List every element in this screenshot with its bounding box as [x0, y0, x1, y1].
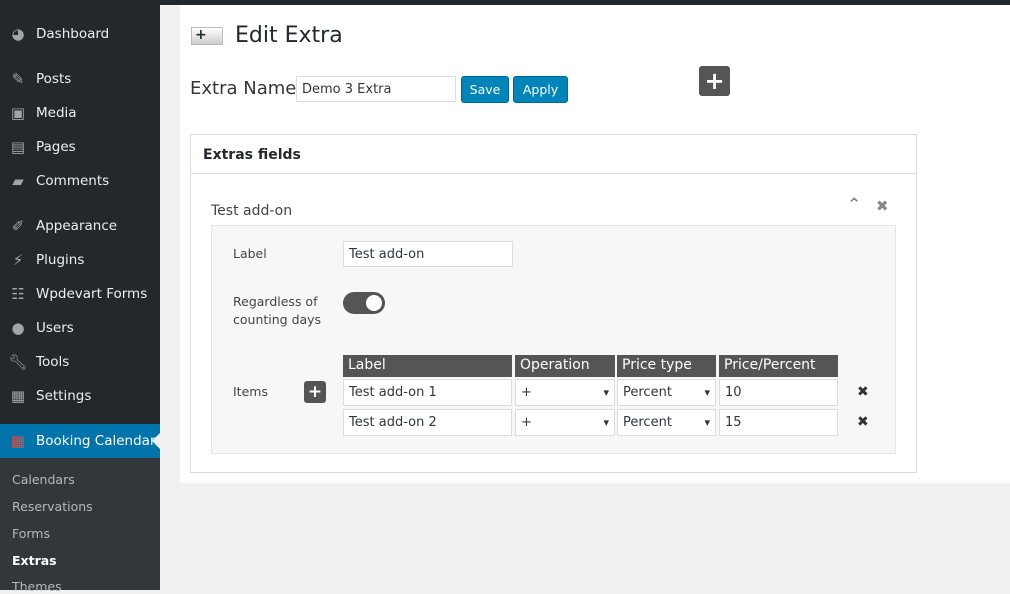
admin-sidebar: ◕ Dashboard ✎ Posts ▣ Media ▤ Pages ▰ Comment…: [0, 0, 160, 594]
submenu-reservations[interactable]: Reservations: [12, 499, 93, 514]
header-price-type: Price type: [617, 355, 716, 377]
plugin-icon: ⚡: [12, 251, 24, 269]
menu-label: Users: [36, 320, 74, 336]
menu-posts[interactable]: ✎ Posts: [0, 62, 160, 96]
items-label: Items: [233, 384, 268, 399]
item-label-input[interactable]: Test add-on 2: [343, 409, 512, 436]
menu-label: Tools: [36, 354, 70, 370]
menu-label: Booking Calendar: [36, 433, 156, 449]
main-panel: + Edit Extra Extra Name Demo 3 Extra Sav…: [180, 5, 1010, 483]
submenu: Calendars Reservations Forms Extras Them…: [0, 458, 160, 594]
pin-icon: ✎: [11, 70, 25, 88]
page-title: Edit Extra: [235, 23, 343, 48]
menu-label: Pages: [36, 139, 76, 155]
media-icon: ▣: [10, 104, 26, 122]
menu-label: Plugins: [36, 252, 85, 268]
item-value-input[interactable]: 15: [719, 409, 838, 436]
submenu-forms[interactable]: Forms: [12, 526, 50, 541]
user-icon: ●: [11, 319, 25, 337]
remove-field-icon[interactable]: ✖: [876, 197, 889, 215]
field-title: Test add-on: [211, 203, 293, 219]
menu-label: Wpdevart Forms: [36, 286, 148, 302]
menu-users[interactable]: ● Users: [0, 311, 160, 345]
menu-booking-calendar[interactable]: ▦ Booking Calendar: [0, 424, 160, 458]
item-operation-select[interactable]: +: [515, 379, 615, 406]
item-label-input[interactable]: Test add-on 1: [343, 379, 512, 406]
submenu-calendars[interactable]: Calendars: [12, 472, 75, 487]
menu-plugins[interactable]: ⚡ Plugins: [0, 243, 160, 277]
menu-label: Posts: [36, 71, 72, 87]
item-price-type-select[interactable]: Percent: [617, 409, 716, 436]
toggle-label-2: counting days: [233, 312, 322, 327]
label-input[interactable]: Test add-on: [343, 241, 513, 267]
menu-label: Media: [36, 105, 77, 121]
menu-label: Settings: [36, 388, 92, 404]
toggle-label-1: Regardless of: [233, 294, 318, 309]
wrench-icon: 🔧︎: [8, 353, 28, 371]
menu-comments[interactable]: ▰ Comments: [0, 164, 160, 198]
box-title: Extras fields: [191, 135, 916, 174]
label-label: Label: [233, 246, 267, 261]
menu-dashboard[interactable]: ◕ Dashboard: [0, 17, 160, 51]
submenu-extras[interactable]: Extras: [12, 553, 57, 568]
extra-logo-icon: +: [191, 27, 223, 45]
menu-wpdevart-forms[interactable]: ☷ Wpdevart Forms: [0, 277, 160, 311]
dashboard-icon: ◕: [11, 25, 25, 43]
comment-icon: ▰: [12, 172, 24, 190]
menu-pages[interactable]: ▤ Pages: [0, 130, 160, 164]
menu-label: Comments: [36, 173, 110, 189]
field-settings: Label Test add-on Regardless of counting…: [211, 225, 896, 454]
extra-name-label: Extra Name: [190, 78, 297, 99]
extras-fields-box: Extras fields Test add-on ⌃ ✖ Label Test…: [190, 134, 917, 473]
settings-icon: ▦: [10, 387, 26, 405]
item-operation-select[interactable]: +: [515, 409, 615, 436]
extra-name-input[interactable]: Demo 3 Extra: [296, 76, 456, 102]
menu-label: Dashboard: [36, 26, 110, 42]
collapse-icon[interactable]: ⌃: [847, 195, 861, 215]
item-price-type-select[interactable]: Percent: [617, 379, 716, 406]
menu-label: Appearance: [36, 218, 118, 234]
apply-button[interactable]: Apply: [513, 76, 568, 103]
regardless-toggle[interactable]: [343, 292, 385, 314]
add-field-button[interactable]: +: [699, 66, 730, 96]
menu-media[interactable]: ▣ Media: [0, 96, 160, 130]
header-price-percent: Price/Percent: [719, 355, 838, 377]
item-value-input[interactable]: 10: [719, 379, 838, 406]
header-operation: Operation: [515, 355, 615, 377]
save-button[interactable]: Save: [461, 76, 509, 103]
pages-icon: ▤: [10, 138, 26, 156]
menu-appearance[interactable]: ✐ Appearance: [0, 209, 160, 243]
delete-item-icon[interactable]: ✖: [857, 414, 869, 430]
menu-settings[interactable]: ▦ Settings: [0, 379, 160, 413]
menu-tools[interactable]: 🔧︎ Tools: [0, 345, 160, 379]
brush-icon: ✐: [11, 217, 25, 235]
form-icon: ☷: [11, 285, 25, 303]
header-label: Label: [343, 355, 512, 377]
delete-item-icon[interactable]: ✖: [857, 384, 869, 400]
calendar-icon: ▦: [10, 432, 26, 450]
add-item-button[interactable]: +: [304, 381, 326, 403]
submenu-themes[interactable]: Themes: [12, 579, 62, 594]
